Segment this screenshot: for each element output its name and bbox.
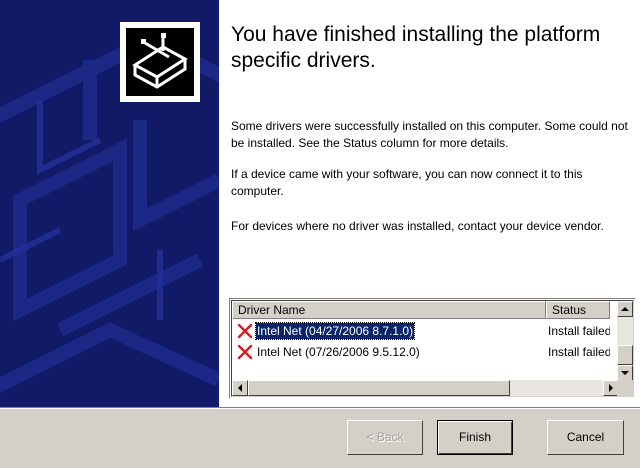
info-paragraph-vendor: For devices where no driver was installe… xyxy=(231,219,604,233)
footer-divider-highlight xyxy=(0,408,640,409)
vertical-scrollbar[interactable] xyxy=(617,301,633,381)
cancel-button[interactable]: Cancel xyxy=(547,420,624,455)
arrow-right-icon xyxy=(609,384,613,392)
driver-status: Install failed xyxy=(548,324,610,338)
list-item[interactable]: Intel Net (07/26/2006 9.5.12.0) Install … xyxy=(232,342,620,362)
info-paragraph-connect: If a device came with your software, you… xyxy=(231,167,583,198)
scroll-left-button[interactable] xyxy=(232,380,248,396)
scrollbar-corner xyxy=(617,380,633,396)
error-x-icon xyxy=(236,322,254,340)
wizard-banner xyxy=(0,0,219,407)
arrow-left-icon xyxy=(238,384,242,392)
driver-status: Install failed xyxy=(548,345,610,359)
wizard-title: You have finished installing the platfor… xyxy=(231,23,601,72)
column-header-driver-name[interactable]: Driver Name xyxy=(232,301,546,319)
arrow-up-icon xyxy=(621,307,629,311)
wizard-content: You have finished installing the platfor… xyxy=(219,0,640,407)
info-paragraph-status: Some drivers were successfully installed… xyxy=(231,119,628,150)
vertical-scroll-thumb[interactable] xyxy=(617,345,633,365)
scroll-up-button[interactable] xyxy=(617,301,633,317)
hardware-install-icon xyxy=(120,22,200,102)
driver-name: Intel Net (07/26/2006 9.5.12.0) xyxy=(257,345,420,359)
driver-list[interactable]: Driver Name Status Intel Net (04/27/2006… xyxy=(229,298,636,399)
scroll-down-button[interactable] xyxy=(617,365,633,381)
back-button[interactable]: < Back xyxy=(347,420,423,455)
column-header-status[interactable]: Status xyxy=(546,301,610,319)
arrow-down-icon xyxy=(621,371,629,375)
horizontal-scrollbar[interactable] xyxy=(232,380,619,396)
wizard-footer xyxy=(0,407,640,468)
list-item[interactable]: Intel Net (04/27/2006 8.7.1.0) Install f… xyxy=(232,321,620,341)
horizontal-scroll-thumb[interactable] xyxy=(248,380,510,396)
error-x-icon xyxy=(236,343,254,361)
finish-button[interactable]: Finish xyxy=(437,420,513,455)
driver-name: Intel Net (04/27/2006 8.7.1.0) xyxy=(254,322,416,340)
